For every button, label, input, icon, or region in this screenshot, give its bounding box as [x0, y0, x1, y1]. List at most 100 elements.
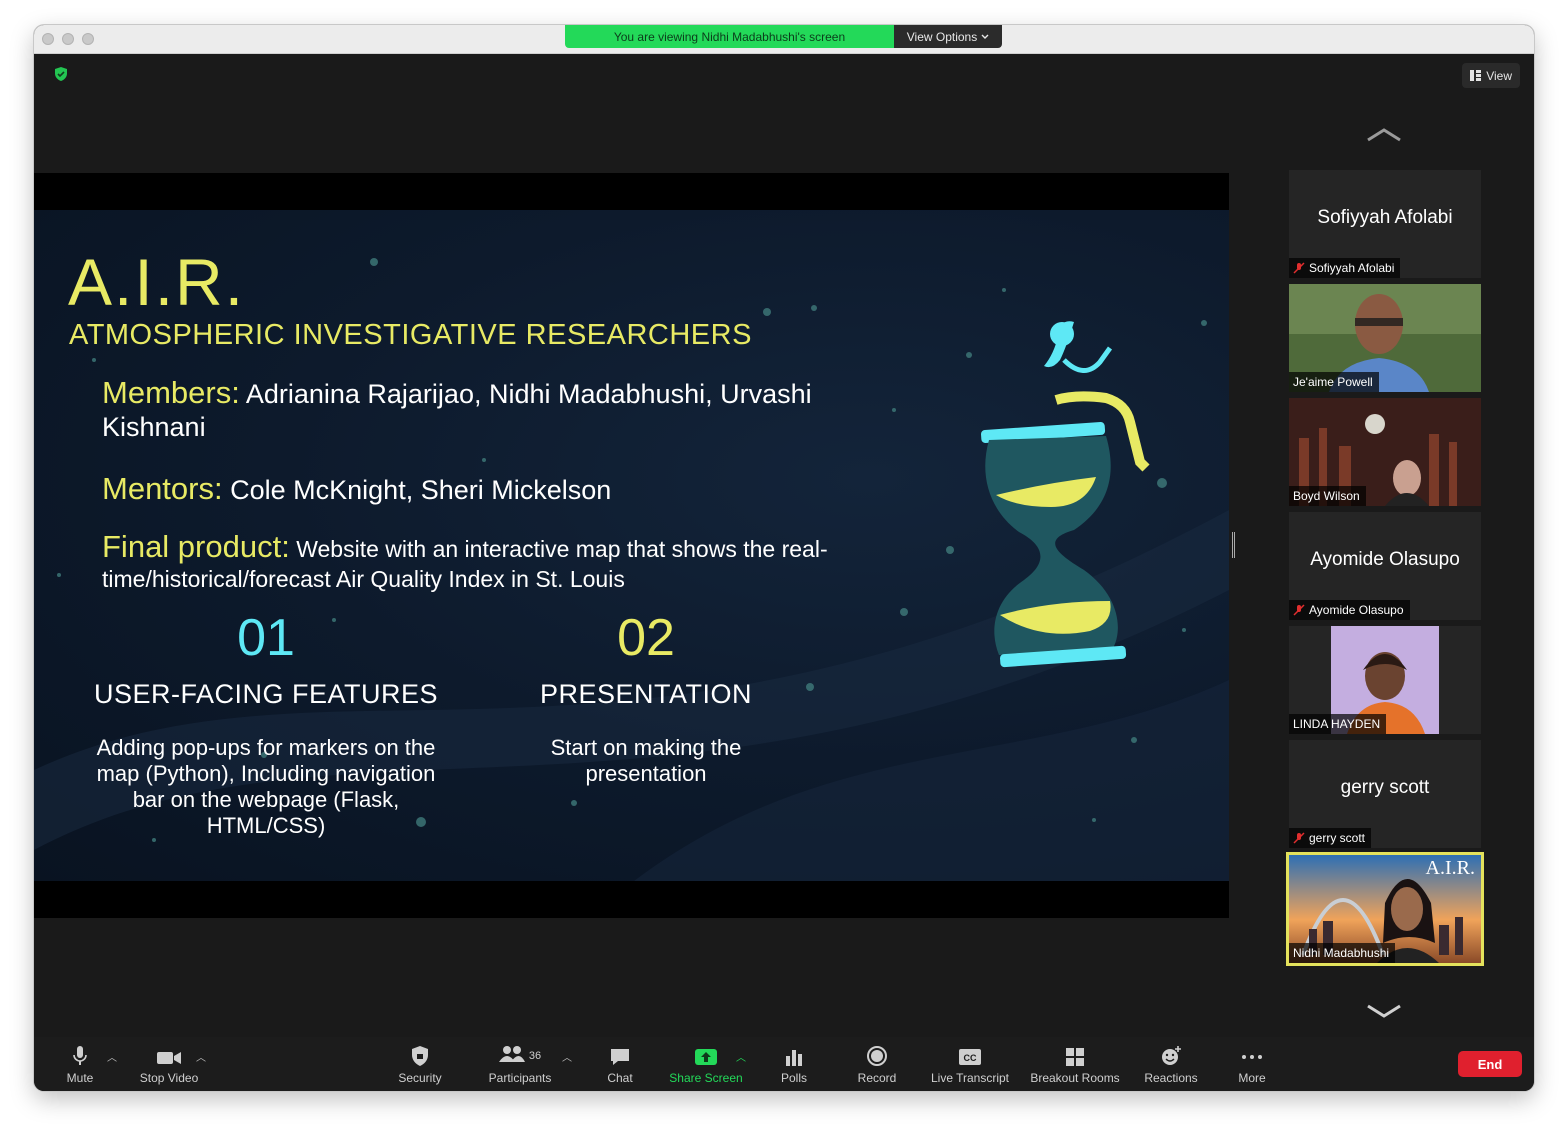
- microphone-icon: [73, 1046, 87, 1065]
- participant-tile-boyd[interactable]: Boyd Wilson: [1289, 398, 1481, 506]
- close-window-button[interactable]: [42, 33, 54, 45]
- polls-label: Polls: [780, 1071, 807, 1085]
- view-label: View: [1486, 68, 1512, 83]
- share-screen-icon: [695, 1049, 717, 1065]
- slide-subtitle: ATMOSPHERIC INVESTIGATIVE RESEARCHERS: [69, 319, 752, 351]
- presentation-slide: A.I.R. ATMOSPHERIC INVESTIGATIVE RESEARC…: [34, 210, 1229, 881]
- final-product-line: Final product: Website with an interacti…: [102, 529, 902, 594]
- chat-button[interactable]: Chat: [600, 1037, 640, 1091]
- closed-caption-icon: CC: [959, 1049, 981, 1065]
- participant-name-label: LINDA HAYDEN: [1289, 714, 1387, 734]
- participant-name-label: Sofiyyah Afolabi: [1289, 258, 1401, 278]
- security-button[interactable]: Security: [394, 1037, 446, 1091]
- virtual-background-text: A.I.R.: [1425, 857, 1475, 879]
- members-label: Members:: [102, 375, 240, 410]
- muted-mic-icon: [1293, 832, 1305, 844]
- chevron-down-icon: [981, 34, 989, 39]
- col2-body: Start on making the presentation: [550, 735, 742, 786]
- participant-tile-sofiyyah[interactable]: Sofiyyah Afolabi Sofiyyah Afolabi: [1289, 170, 1481, 278]
- share-screen-label: Share Screen: [669, 1071, 743, 1085]
- live-transcript-label: Live Transcript: [930, 1071, 1010, 1085]
- muted-mic-icon: [1293, 262, 1305, 274]
- mute-label: Mute: [66, 1071, 94, 1085]
- col1-number: 01: [237, 609, 295, 667]
- view-options-button[interactable]: View Options: [894, 25, 1002, 48]
- participant-tile-gerry[interactable]: gerry scott gerry scott: [1289, 740, 1481, 848]
- participants-label: Participants: [488, 1071, 552, 1085]
- meeting-area: View A.I.R. ATMOSPHERIC INVESTIGATIVE RE…: [34, 54, 1534, 1037]
- mentors-value: Cole McKnight, Sheri Mickelson: [230, 475, 612, 505]
- muted-mic-icon: [1293, 604, 1305, 616]
- view-layout-button[interactable]: View: [1462, 63, 1520, 88]
- final-product-label: Final product:: [102, 529, 290, 564]
- participant-name: Je'aime Powell: [1293, 375, 1373, 389]
- chevron-down-icon[interactable]: [1365, 1002, 1403, 1020]
- chevron-up-icon[interactable]: [1365, 126, 1403, 144]
- breakout-rooms-icon: [1066, 1048, 1084, 1066]
- security-shield-icon: [412, 1046, 428, 1066]
- reactions-label: Reactions: [1144, 1071, 1198, 1085]
- participant-name: Sofiyyah Afolabi: [1309, 261, 1395, 275]
- reactions-button[interactable]: Reactions: [1141, 1037, 1201, 1091]
- end-meeting-button[interactable]: End: [1458, 1051, 1522, 1077]
- record-label: Record: [857, 1071, 897, 1085]
- participant-name-label: Ayomide Olasupo: [1289, 600, 1410, 620]
- more-label: More: [1238, 1071, 1266, 1085]
- encryption-shield-icon[interactable]: [53, 66, 69, 82]
- participant-tile-ayomide[interactable]: Ayomide Olasupo Ayomide Olasupo: [1289, 512, 1481, 620]
- screen-share-banner: You are viewing Nidhi Madabhushi's scree…: [565, 25, 1002, 48]
- participant-name-label: Boyd Wilson: [1289, 486, 1366, 506]
- col2-number: 02: [617, 609, 675, 667]
- participant-name: LINDA HAYDEN: [1293, 717, 1381, 731]
- participants-count: 36: [528, 1050, 542, 1062]
- live-transcript-button[interactable]: CC Live Transcript: [926, 1037, 1014, 1091]
- col2-heading: PRESENTATION: [539, 679, 753, 709]
- participant-name: Boyd Wilson: [1293, 489, 1360, 503]
- grid-view-icon: [1470, 70, 1482, 81]
- participant-name: gerry scott: [1309, 831, 1366, 845]
- chat-bubble-icon: [611, 1049, 629, 1065]
- mentors-line: Mentors: Cole McKnight, Sheri Mickelson: [102, 472, 902, 507]
- participants-options-caret[interactable]: ︿: [562, 1049, 572, 1064]
- record-icon: [867, 1046, 887, 1066]
- title-bar: You are viewing Nidhi Madabhushi's scree…: [34, 25, 1534, 54]
- slide-title: A.I.R.: [68, 245, 246, 319]
- participant-name: Nidhi Madabhushi: [1293, 946, 1390, 960]
- video-camera-icon: [157, 1052, 181, 1064]
- stop-video-button[interactable]: Stop Video: [134, 1037, 204, 1091]
- svg-text:CC: CC: [964, 1053, 977, 1063]
- participant-name-label: Je'aime Powell: [1289, 372, 1379, 392]
- participant-tile-linda[interactable]: LINDA HAYDEN: [1289, 626, 1481, 734]
- participants-icon-group: 36: [498, 1045, 542, 1067]
- participants-icon: [498, 1046, 525, 1062]
- breakout-rooms-button[interactable]: Breakout Rooms: [1027, 1037, 1123, 1091]
- participant-name-label: Nidhi Madabhushi: [1289, 943, 1396, 963]
- stop-video-label: Stop Video: [139, 1071, 199, 1085]
- members-line: Members: Adrianina Rajarijao, Nidhi Mada…: [102, 376, 902, 444]
- panel-resize-handle[interactable]: [1232, 532, 1235, 558]
- chat-label: Chat: [607, 1071, 633, 1085]
- record-button[interactable]: Record: [852, 1037, 902, 1091]
- audio-options-caret[interactable]: ︿: [107, 1049, 117, 1064]
- viewing-screen-message: You are viewing Nidhi Madabhushi's scree…: [565, 25, 894, 48]
- more-button[interactable]: More: [1234, 1037, 1270, 1091]
- participant-tile-jeaime[interactable]: Je'aime Powell: [1289, 284, 1481, 392]
- mute-button[interactable]: Mute: [60, 1037, 100, 1091]
- participant-tile-nidhi-active-speaker[interactable]: A.I.R. Nidhi Madabhushi: [1286, 852, 1484, 966]
- polls-button[interactable]: Polls: [774, 1037, 814, 1091]
- more-dots-icon: [1242, 1055, 1262, 1059]
- shared-screen: A.I.R. ATMOSPHERIC INVESTIGATIVE RESEARC…: [34, 173, 1229, 918]
- view-options-label: View Options: [906, 29, 978, 44]
- participant-name-label: gerry scott: [1289, 828, 1372, 848]
- participants-button[interactable]: 36 Participants: [484, 1037, 556, 1091]
- minimize-window-button[interactable]: [62, 33, 74, 45]
- share-screen-button[interactable]: Share Screen: [667, 1037, 745, 1091]
- breakout-rooms-label: Breakout Rooms: [1030, 1071, 1120, 1085]
- col1-heading: USER-FACING FEATURES: [93, 679, 439, 709]
- security-label: Security: [398, 1071, 442, 1085]
- share-options-caret[interactable]: ︿: [736, 1049, 746, 1064]
- video-options-caret[interactable]: ︿: [196, 1049, 206, 1064]
- zoom-window-button[interactable]: [82, 33, 94, 45]
- meeting-toolbar: Mute ︿ Stop Video ︿ Security 36 Particip…: [34, 1037, 1534, 1091]
- mentors-label: Mentors:: [102, 471, 223, 506]
